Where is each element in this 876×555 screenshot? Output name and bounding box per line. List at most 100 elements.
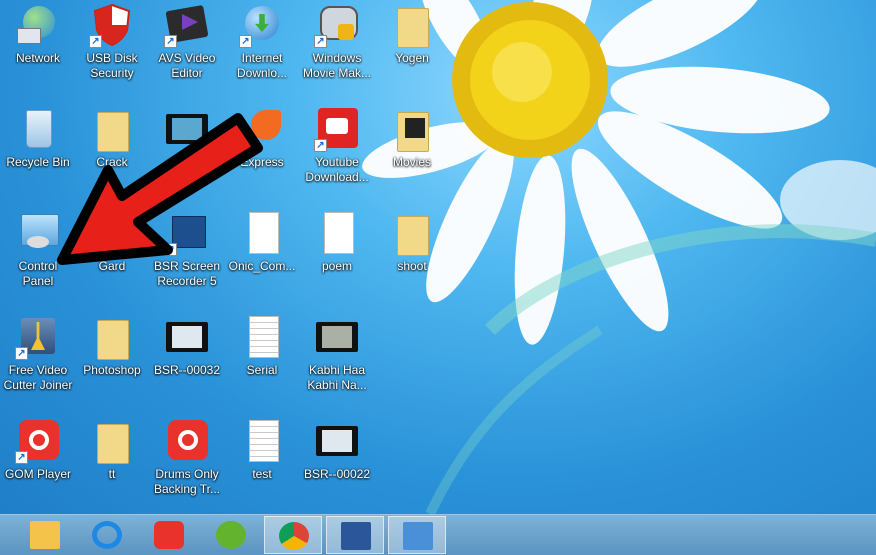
shortcut-arrow-icon: ↗ — [314, 139, 327, 152]
desktop-icon-label: Recycle Bin — [6, 155, 70, 169]
desktop-icon-gard[interactable]: Gard — [74, 210, 150, 306]
desktop-icon-label: GOM Player — [4, 467, 71, 481]
desktop-icon-usb-disk-security[interactable]: ↗ USB Disk Security — [74, 2, 150, 98]
desktop-icon-drums-only[interactable]: Drums Only Backing Tr... — [149, 418, 225, 514]
youtube-downloader-icon: ↗ — [314, 106, 360, 152]
file-icon — [239, 210, 285, 256]
shortcut-arrow-icon: ↗ — [89, 35, 102, 48]
desktop-icon-gom-player[interactable]: ↗ GOM Player — [0, 418, 76, 514]
file-icon — [314, 210, 360, 256]
desktop-icon-youtube-downloader[interactable]: ↗ Youtube Download... — [299, 106, 375, 202]
shortcut-arrow-icon: ↗ — [164, 35, 177, 48]
desktop-icon-file-poem[interactable]: poem — [299, 210, 375, 306]
desktop-icon-file-onic-com[interactable]: Onic_Com... — [224, 210, 300, 306]
desktop-icon-video-bsr-00032[interactable]: BSR--00032 — [149, 314, 225, 410]
desktop-icon-video-begni[interactable]: begni anin — [149, 106, 225, 202]
desktop-icon-label: Crack — [96, 155, 128, 169]
desktop-icon-label: USB Disk Security — [86, 51, 138, 80]
internet-explorer-icon — [92, 521, 122, 549]
desktop-icon-bsr-screen-recorder[interactable]: ↗ BSR Screen Recorder 5 — [149, 210, 225, 306]
desktop-icon-label: shoot — [397, 259, 427, 273]
text-file-icon — [239, 418, 285, 464]
folder-icon — [89, 418, 135, 464]
desktop-icon-windows-movie-maker[interactable]: ↗ Windows Movie Mak... — [299, 2, 375, 98]
desktop-icon-folder-movies[interactable]: Movies — [374, 106, 450, 202]
desktop-icon-label: BSR--00032 — [153, 363, 221, 377]
desktop-icon-folder-photoshop[interactable]: Photoshop — [74, 314, 150, 410]
scissors-icon: ↗ — [15, 314, 61, 360]
gom-media-file-icon — [164, 418, 210, 464]
movie-maker-icon: ↗ — [314, 2, 360, 48]
desktop-icon-video-kabhi-haa[interactable]: Kabhi Haa Kabhi Na... — [299, 314, 375, 410]
desktop-icon-label: tt — [108, 467, 116, 481]
network-icon — [15, 2, 61, 48]
desktop-icon-folder-shoot[interactable]: shoot — [374, 210, 450, 306]
desktop-icon-folder-crack[interactable]: Crack — [74, 106, 150, 202]
desktop-icon-folder-yogen[interactable]: Yogen — [374, 2, 450, 98]
word-icon — [341, 522, 371, 550]
taskbar-chrome[interactable] — [264, 516, 322, 554]
screen-recorder-icon: ↗ — [164, 210, 210, 256]
folder-icon — [389, 210, 435, 256]
control-panel-icon — [15, 210, 61, 256]
taskbar-internet-explorer[interactable] — [78, 516, 136, 554]
desktop-icon-label: Network — [15, 51, 60, 65]
taskbar-control-panel[interactable] — [388, 516, 446, 554]
recycle-bin-icon — [15, 106, 61, 152]
folder-icon — [89, 314, 135, 360]
desktop-icon-file-test[interactable]: test — [224, 418, 300, 514]
desktop-icon-label: Control Panel — [18, 259, 58, 288]
desktop-icon-control-panel[interactable]: Control Panel — [0, 210, 76, 306]
desktop-icon-avs-video-editor[interactable]: ↗ AVS Video Editor — [149, 2, 225, 98]
taskbar-word[interactable] — [326, 516, 384, 554]
desktop-icon-label: Onic_Com... — [228, 259, 296, 273]
desktop-icon-label: poem — [321, 259, 353, 273]
desktop-icon-label: Express — [240, 155, 284, 169]
download-globe-icon: ↗ — [239, 2, 285, 48]
shortcut-arrow-icon: ↗ — [239, 35, 252, 48]
file-explorer-icon — [30, 521, 60, 549]
video-file-icon — [314, 314, 360, 360]
desktop-icon-internet-download-manager[interactable]: ↗ Internet Downlo... — [224, 2, 300, 98]
chrome-icon — [279, 522, 309, 550]
film-reel-icon: ↗ — [164, 2, 210, 48]
desktop-icon-label: AVS Video Editor — [158, 51, 216, 80]
desktop-icon-express[interactable]: ↗ Express — [224, 106, 300, 202]
shortcut-arrow-icon: ↗ — [15, 347, 28, 360]
desktop-icon-label: BSR--00022 — [303, 467, 371, 481]
text-file-icon — [239, 314, 285, 360]
express-icon: ↗ — [239, 106, 285, 152]
video-file-icon — [164, 314, 210, 360]
desktop-icon-label: begni anin — [172, 155, 202, 184]
shortcut-arrow-icon: ↗ — [239, 139, 252, 152]
desktop-icon-file-serial[interactable]: Serial — [224, 314, 300, 410]
gom-player-icon: ↗ — [15, 418, 61, 464]
desktop-icon-label: Free Video Cutter Joiner — [3, 363, 73, 392]
desktop-icon-free-video-cutter-joiner[interactable]: ↗ Free Video Cutter Joiner — [0, 314, 76, 410]
desktop-icon-label: Movies — [392, 155, 431, 169]
desktop-icon-label: Internet Downlo... — [236, 51, 288, 80]
desktop-icon-network[interactable]: Network — [0, 2, 76, 98]
shortcut-arrow-icon: ↗ — [314, 35, 327, 48]
desktop-icon-label: Youtube Download... — [305, 155, 369, 184]
desktop-icon-label: test — [252, 467, 272, 481]
desktop-icon-label: Photoshop — [83, 363, 141, 377]
taskbar-file-explorer[interactable] — [16, 516, 74, 554]
desktop-icon-folder-tt[interactable]: tt — [74, 418, 150, 514]
taskbar-utorrent[interactable] — [202, 516, 260, 554]
desktop-icon-recycle-bin[interactable]: Recycle Bin — [0, 106, 76, 202]
desktop-icon-label: Windows Movie Mak... — [302, 51, 371, 80]
utorrent-icon — [216, 521, 246, 549]
taskbar — [0, 514, 876, 555]
desktop-icon-label: Yogen — [395, 51, 429, 65]
folder-icon — [389, 106, 435, 152]
desktop-icon-label: Serial — [246, 363, 278, 377]
taskbar-gom-player[interactable] — [140, 516, 198, 554]
desktop: Network ↗ USB Disk Security ↗ AVS Video … — [0, 0, 876, 514]
control-panel-icon — [403, 522, 433, 550]
desktop-icon-video-bsr-00022[interactable]: BSR--00022 — [299, 418, 375, 514]
desktop-icon-label: Gard — [98, 259, 126, 273]
desktop-icon-label: BSR Screen Recorder 5 — [153, 259, 221, 288]
shortcut-arrow-icon: ↗ — [164, 243, 177, 256]
shortcut-arrow-icon: ↗ — [15, 451, 28, 464]
